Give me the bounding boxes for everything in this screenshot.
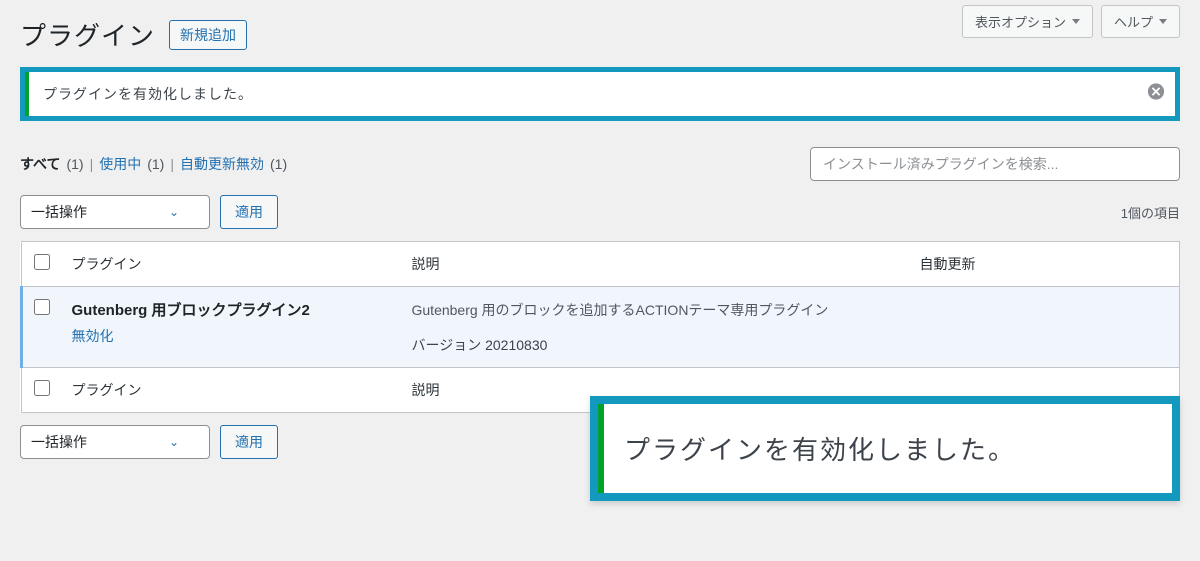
screen-options-label: 表示オプション bbox=[975, 12, 1066, 31]
bulk-action-select[interactable]: 一括操作 ⌄ bbox=[20, 195, 210, 229]
col-auto-update: 自動更新 bbox=[910, 242, 1180, 287]
search-input[interactable] bbox=[823, 156, 1167, 172]
dismiss-notice-button[interactable] bbox=[1147, 83, 1165, 106]
filter-all-count: (1) bbox=[66, 156, 83, 172]
filter-active[interactable]: 使用中 bbox=[99, 154, 141, 174]
callout-text: プラグインを有効化しました。 bbox=[624, 435, 1016, 465]
chevron-down-icon bbox=[1072, 19, 1080, 24]
bulk-action-label-bottom: 一括操作 bbox=[31, 432, 87, 452]
filter-auto-off-count: (1) bbox=[270, 156, 287, 172]
col-plugin-foot[interactable]: プラグイン bbox=[62, 368, 402, 413]
col-plugin[interactable]: プラグイン bbox=[62, 242, 402, 287]
success-notice: プラグインを有効化しました。 bbox=[25, 72, 1175, 116]
search-wrapper bbox=[810, 147, 1180, 181]
notice-highlight: プラグインを有効化しました。 bbox=[20, 67, 1180, 121]
bulk-action-label: 一括操作 bbox=[31, 202, 87, 222]
help-label: ヘルプ bbox=[1114, 12, 1153, 31]
add-new-button[interactable]: 新規追加 bbox=[169, 20, 247, 50]
plugin-name: Gutenberg 用ブロックプラグイン2 bbox=[72, 299, 392, 320]
close-icon bbox=[1147, 83, 1165, 101]
table-row: Gutenberg 用ブロックプラグイン2 無効化 Gutenberg 用のブロ… bbox=[22, 287, 1180, 368]
apply-button-bottom[interactable]: 適用 bbox=[220, 425, 278, 459]
items-count: 1個の項目 bbox=[1121, 203, 1180, 222]
help-button[interactable]: ヘルプ bbox=[1101, 5, 1180, 38]
plugin-version: バージョン 20210830 bbox=[412, 335, 900, 355]
filter-active-count: (1) bbox=[147, 156, 164, 172]
bulk-action-select-bottom[interactable]: 一括操作 ⌄ bbox=[20, 425, 210, 459]
filter-auto-update-off[interactable]: 自動更新無効 bbox=[180, 154, 264, 174]
select-all-top[interactable] bbox=[34, 254, 50, 270]
page-title: プラグイン bbox=[20, 16, 155, 53]
filter-all[interactable]: すべて bbox=[20, 154, 60, 174]
notice-text: プラグインを有効化しました。 bbox=[43, 84, 253, 104]
chevron-down-icon: ⌄ bbox=[169, 205, 179, 219]
chevron-down-icon: ⌄ bbox=[169, 435, 179, 449]
deactivate-link[interactable]: 無効化 bbox=[72, 328, 114, 344]
callout-highlight: プラグインを有効化しました。 bbox=[590, 396, 1180, 501]
col-description: 説明 bbox=[402, 242, 910, 287]
select-all-bottom[interactable] bbox=[34, 380, 50, 396]
plugins-table: プラグイン 説明 自動更新 Gutenberg 用ブロックプラグイン2 無効化 … bbox=[20, 241, 1180, 413]
apply-button-top[interactable]: 適用 bbox=[220, 195, 278, 229]
screen-options-button[interactable]: 表示オプション bbox=[962, 5, 1093, 38]
filter-links: すべて (1) | 使用中 (1) | 自動更新無効 (1) bbox=[20, 154, 287, 174]
plugin-description: Gutenberg 用のブロックを追加するACTIONテーマ専用プラグイン bbox=[412, 299, 900, 321]
row-checkbox[interactable] bbox=[34, 299, 50, 315]
callout-notice: プラグインを有効化しました。 bbox=[598, 404, 1172, 493]
chevron-down-icon bbox=[1159, 19, 1167, 24]
